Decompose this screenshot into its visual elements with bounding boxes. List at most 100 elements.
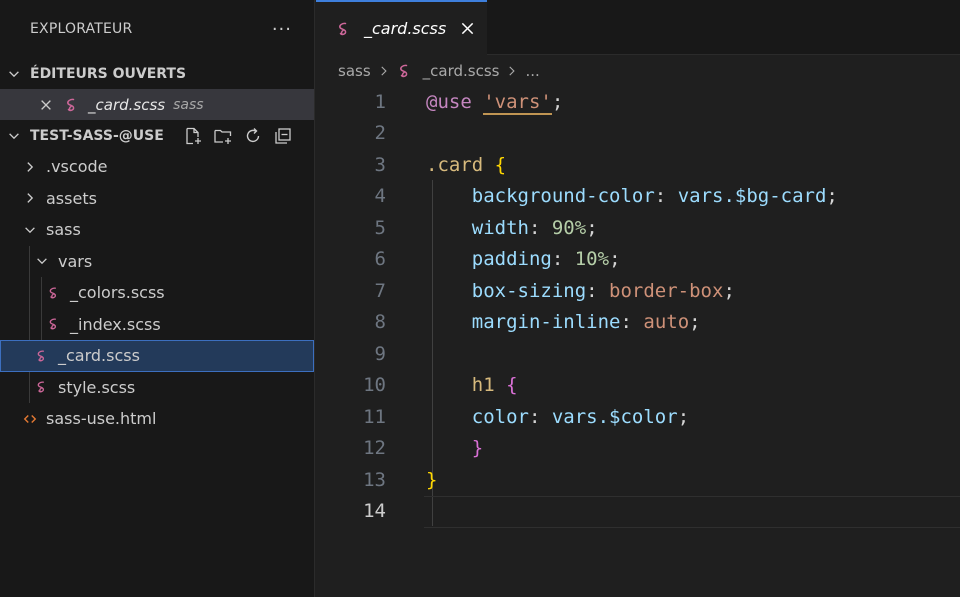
- code-token: }: [471, 437, 484, 460]
- indent-guide: [29, 277, 30, 309]
- chevron-right-icon: [505, 64, 519, 78]
- code-line: 2: [316, 118, 960, 150]
- refresh-icon[interactable]: [242, 126, 264, 146]
- open-editor-item[interactable]: _card.scss sass: [0, 89, 314, 120]
- line-number: 7: [374, 279, 386, 302]
- sass-file-icon: [336, 21, 352, 37]
- code-token: }: [426, 468, 438, 491]
- indent-guide: [29, 308, 30, 340]
- workspace-title: TEST-SASS-@USE: [30, 127, 164, 144]
- code-line: 13 }: [316, 464, 960, 496]
- sass-file-icon: [46, 285, 62, 301]
- code-token: 'vars': [483, 90, 552, 115]
- open-editors-section-header[interactable]: ÉDITEURS OUVERTS: [0, 58, 314, 89]
- tree-file-index[interactable]: _index.scss: [0, 308, 314, 340]
- code-token: :: [620, 311, 644, 334]
- code-token: box-sizing: [471, 279, 587, 302]
- sass-file-icon: [64, 97, 80, 113]
- sass-file-icon: [46, 316, 62, 332]
- line-number-active: 14: [363, 500, 386, 523]
- breadcrumb: sass _card.scss ...: [316, 56, 960, 86]
- explorer-header: EXPLORATEUR ···: [0, 0, 314, 58]
- tree-item-label: .vscode: [46, 157, 108, 177]
- explorer-title: EXPLORATEUR: [30, 21, 133, 37]
- code-token: background-color: [471, 185, 655, 208]
- code-editor[interactable]: 1 @use 'vars'; 2 3 .card { 4 background-…: [316, 86, 960, 597]
- html-file-icon: [22, 411, 38, 427]
- tree-folder-vars[interactable]: vars: [0, 245, 314, 277]
- sass-file-icon: [34, 348, 50, 364]
- tree-item-label: _index.scss: [70, 314, 161, 334]
- explorer-sidebar: EXPLORATEUR ··· ÉDITEURS OUVERTS _card.s…: [0, 0, 315, 597]
- line-number: 12: [363, 437, 386, 460]
- tree-folder-vscode[interactable]: .vscode: [0, 151, 314, 183]
- tab-label: _card.scss: [364, 19, 447, 38]
- tree-file-colors[interactable]: _colors.scss: [0, 277, 314, 309]
- code-token: h1: [471, 374, 495, 397]
- code-token: .card: [426, 153, 484, 176]
- tree-item-label: style.scss: [58, 377, 136, 397]
- tree-item-label: vars: [58, 251, 93, 271]
- more-actions-icon[interactable]: ···: [272, 19, 292, 40]
- code-line: 11 color: vars.$color;: [316, 401, 960, 433]
- chevron-right-icon: [22, 190, 38, 206]
- line-number: 13: [363, 468, 386, 491]
- tree-item-label: _colors.scss: [70, 283, 165, 303]
- tree-folder-sass[interactable]: sass: [0, 214, 314, 246]
- tab-card-scss[interactable]: _card.scss: [316, 0, 487, 55]
- code-token: border-box: [609, 279, 724, 302]
- indent-guide: [41, 277, 42, 309]
- code-token: ;: [826, 185, 838, 208]
- tree-item-label: sass: [46, 220, 81, 240]
- code-line: 1 @use 'vars';: [316, 86, 960, 118]
- code-token: {: [494, 153, 507, 176]
- breadcrumb-item-symbols[interactable]: ...: [525, 62, 539, 80]
- code-line: 8 margin-inline: auto;: [316, 307, 960, 339]
- code-token: padding: [471, 248, 552, 271]
- tree-item-label: sass-use.html: [46, 409, 157, 429]
- line-number: 9: [374, 342, 386, 365]
- chevron-down-icon: [6, 66, 22, 82]
- tree-folder-assets[interactable]: assets: [0, 183, 314, 215]
- code-token: vars.$bg-card: [677, 185, 827, 208]
- collapse-all-icon[interactable]: [272, 126, 294, 146]
- code-line: 3 .card {: [316, 149, 960, 181]
- line-number: 4: [374, 185, 386, 208]
- line-number: 1: [374, 90, 386, 113]
- close-icon[interactable]: [459, 20, 475, 36]
- code-token: ;: [551, 90, 564, 113]
- sass-file-icon: [34, 379, 50, 395]
- line-number: 5: [374, 216, 386, 239]
- code-token: ;: [689, 311, 701, 334]
- code-line: 10 h1 {: [316, 370, 960, 402]
- tree-file-style[interactable]: style.scss: [0, 371, 314, 403]
- code-token: ;: [586, 216, 598, 239]
- workspace-section-header[interactable]: TEST-SASS-@USE: [0, 120, 314, 151]
- code-token: {: [506, 374, 518, 397]
- new-folder-icon[interactable]: [212, 126, 234, 146]
- sass-file-icon: [397, 63, 413, 79]
- code-token: vars.$color: [551, 405, 678, 428]
- chevron-down-icon: [22, 222, 38, 238]
- open-editor-name: _card.scss: [88, 95, 166, 114]
- workspace-actions: [182, 126, 294, 146]
- tree-file-sass-use-html[interactable]: sass-use.html: [0, 403, 314, 435]
- breadcrumb-item-sass[interactable]: sass: [338, 62, 371, 80]
- code-token: :: [528, 405, 552, 428]
- code-token: @use: [426, 90, 472, 113]
- chevron-right-icon: [22, 159, 38, 175]
- open-editors-title: ÉDITEURS OUVERTS: [30, 65, 187, 82]
- new-file-icon[interactable]: [182, 126, 204, 146]
- code-token: :: [586, 279, 610, 302]
- code-token: ;: [609, 248, 621, 271]
- close-icon[interactable]: [38, 97, 54, 113]
- code-token: auto: [643, 311, 690, 334]
- tree-file-card[interactable]: _card.scss: [0, 340, 314, 372]
- line-number: 10: [363, 374, 386, 397]
- chevron-down-icon: [34, 253, 50, 269]
- tree-item-label: _card.scss: [58, 346, 140, 366]
- code-token: margin-inline: [471, 311, 621, 334]
- breadcrumb-item-file[interactable]: _card.scss: [423, 62, 500, 80]
- code-token: ;: [723, 279, 735, 302]
- indent-guide: [29, 371, 30, 403]
